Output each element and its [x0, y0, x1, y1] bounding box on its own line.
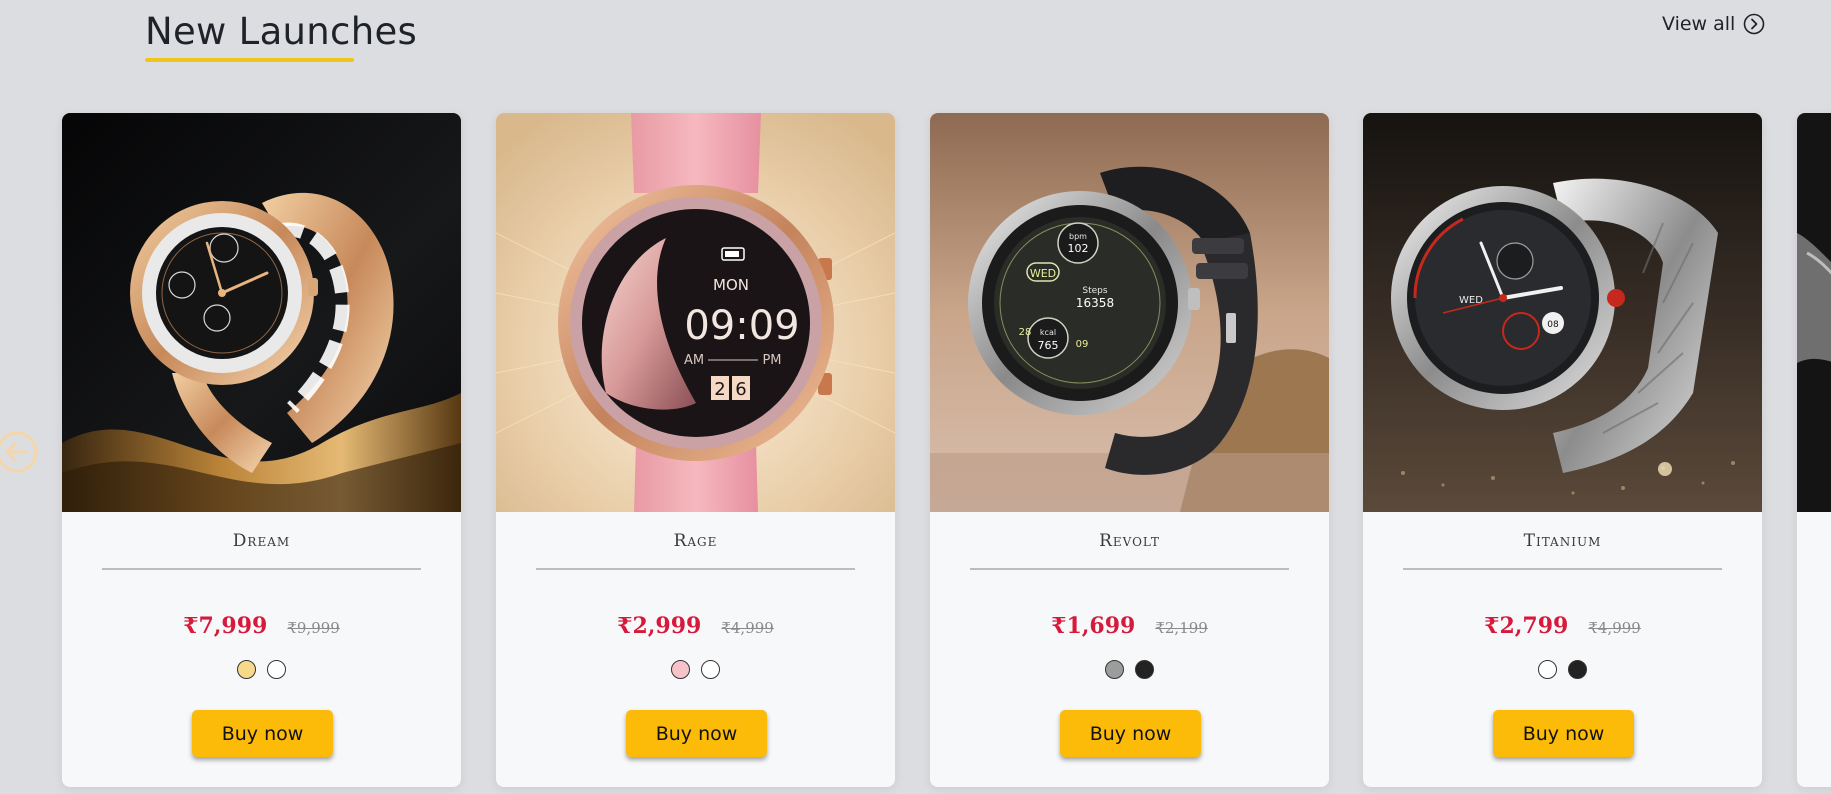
price-row: ₹7,999 ₹9,999: [62, 613, 461, 639]
original-price: ₹4,999: [1588, 619, 1641, 637]
watch-small: 08: [1547, 320, 1559, 330]
product-card-partial[interactable]: [1797, 113, 1831, 787]
original-price: ₹4,999: [721, 619, 774, 637]
sale-price: ₹1,699: [1051, 613, 1136, 639]
product-image[interactable]: WED 08: [1363, 113, 1762, 512]
watch-date-2: 6: [735, 379, 746, 400]
price-row: ₹2,799 ₹4,999: [1363, 613, 1762, 639]
watch-bpm: 102: [1068, 242, 1089, 255]
buy-now-button[interactable]: Buy now: [192, 710, 333, 757]
sale-price: ₹2,799: [1484, 613, 1569, 639]
original-price: ₹9,999: [287, 619, 340, 637]
watch-day: WED: [1030, 267, 1056, 280]
color-swatch-black[interactable]: [1135, 660, 1154, 679]
product-name: Titanium: [1523, 531, 1602, 551]
name-divider: [970, 568, 1289, 570]
product-card[interactable]: Dream ₹7,999 ₹9,999 Buy now: [62, 113, 461, 787]
watch-steps: 16358: [1076, 296, 1114, 310]
watch-bpm-label: bpm: [1069, 232, 1087, 241]
color-swatches: [930, 660, 1329, 679]
watch-am: AM: [684, 353, 704, 368]
name-divider: [1403, 568, 1722, 570]
color-swatch-white[interactable]: [267, 660, 286, 679]
watch-kcal-label: kcal: [1040, 328, 1056, 337]
product-card[interactable]: WED 08 Titanium ₹2,799 ₹4,999 Buy now: [1363, 113, 1762, 787]
watch-steps-label: Steps: [1082, 286, 1107, 296]
color-swatch-black[interactable]: [1568, 660, 1587, 679]
watch-day: MON: [713, 276, 749, 294]
product-image: [1797, 113, 1831, 512]
buy-now-button[interactable]: Buy now: [626, 710, 767, 757]
buy-now-button[interactable]: Buy now: [1060, 710, 1201, 757]
product-name: Revolt: [1099, 531, 1160, 551]
watch-date-1: 2: [714, 379, 725, 400]
sale-price: ₹2,999: [617, 613, 702, 639]
buy-now-button[interactable]: Buy now: [1493, 710, 1634, 757]
watch-kcal: 765: [1038, 339, 1059, 352]
watch-time: 09:09: [684, 303, 799, 349]
color-swatch-white[interactable]: [1538, 660, 1557, 679]
product-image[interactable]: WED bpm 102 Steps 16358 kcal 765 28 09: [930, 113, 1329, 512]
name-divider: [536, 568, 855, 570]
color-swatch-white[interactable]: [701, 660, 720, 679]
color-swatches: [1363, 660, 1762, 679]
product-image[interactable]: MON 09:09 AM PM 2 6: [496, 113, 895, 512]
product-image[interactable]: [62, 113, 461, 512]
product-card[interactable]: MON 09:09 AM PM 2 6 Rage ₹2,999 ₹4,999 B…: [496, 113, 895, 787]
product-card[interactable]: WED bpm 102 Steps 16358 kcal 765 28 09 R…: [930, 113, 1329, 787]
original-price: ₹2,199: [1155, 619, 1208, 637]
product-name: Rage: [673, 531, 718, 551]
color-swatches: [62, 660, 461, 679]
color-swatch-gold[interactable]: [237, 660, 256, 679]
name-divider: [102, 568, 421, 570]
sale-price: ₹7,999: [183, 613, 268, 639]
price-row: ₹2,999 ₹4,999: [496, 613, 895, 639]
price-row: ₹1,699 ₹2,199: [930, 613, 1329, 639]
color-swatch-grey[interactable]: [1105, 660, 1124, 679]
product-name: Dream: [232, 531, 291, 551]
color-swatches: [496, 660, 895, 679]
product-carousel: Dream ₹7,999 ₹9,999 Buy now MON 09:09 AM…: [0, 0, 1831, 794]
watch-left-num: 28: [1019, 327, 1032, 338]
watch-pm: PM: [762, 353, 781, 368]
color-swatch-pink[interactable]: [671, 660, 690, 679]
watch-right-num: 09: [1076, 339, 1089, 350]
